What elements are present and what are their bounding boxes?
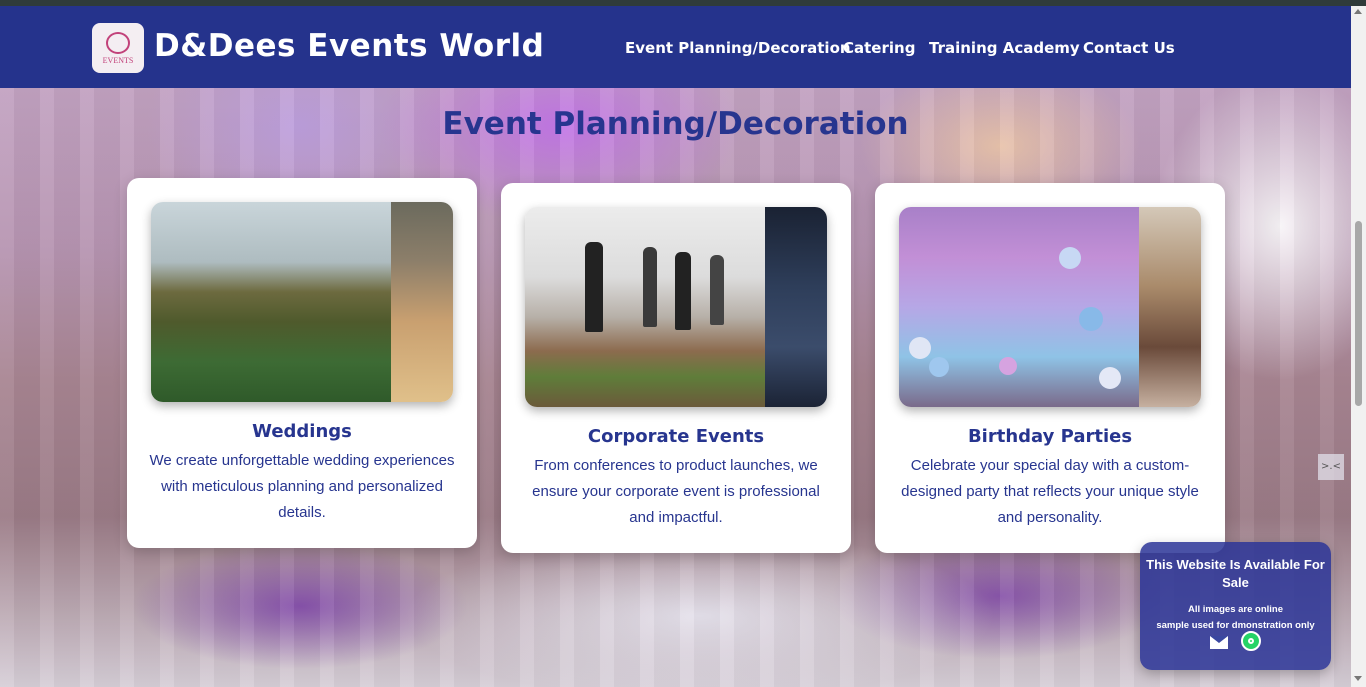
sale-note-line1: All images are online <box>1187 604 1284 615</box>
sale-note-line2: sample used for dmonstration only <box>1156 620 1315 631</box>
card-description: We create unforgettable wedding experien… <box>149 452 455 521</box>
card-title: Weddings <box>252 421 352 442</box>
weddings-image <box>151 202 453 402</box>
mail-icon[interactable] <box>1210 636 1228 649</box>
for-sale-widget: This Website Is Available For Sale All i… <box>1140 542 1331 670</box>
side-panel-toggle[interactable]: >.< <box>1318 454 1344 480</box>
card-description: Celebrate your special day with a custom… <box>901 457 1199 526</box>
service-card-birthday[interactable]: Birthday Parties Celebrate your special … <box>875 183 1225 553</box>
brand-name[interactable]: D&Dees Events World <box>154 28 544 64</box>
card-title: Birthday Parties <box>967 426 1133 447</box>
nav-contact-us[interactable]: Contact Us <box>1083 39 1175 57</box>
scroll-up-arrow-icon[interactable] <box>1354 9 1362 14</box>
nav-catering[interactable]: Catering <box>843 39 915 57</box>
scroll-down-arrow-icon[interactable] <box>1354 676 1362 681</box>
page-scrollbar[interactable] <box>1351 6 1366 687</box>
card-title: Corporate Events <box>587 426 765 447</box>
nav-training-academy[interactable]: Training Academy <box>929 39 1080 57</box>
site-header: EVENTS D&Dees Events World Event Plannin… <box>0 6 1351 88</box>
site-logo[interactable]: EVENTS <box>92 23 144 73</box>
service-card-corporate[interactable]: Corporate Events From conferences to pro… <box>501 183 851 553</box>
service-card-weddings[interactable]: Weddings We create unforgettable wedding… <box>127 178 477 548</box>
corporate-image <box>525 207 827 407</box>
logo-emblem-icon <box>106 31 130 54</box>
sale-note: All images are online sample used for dm… <box>1140 602 1331 634</box>
nav-event-planning[interactable]: Event Planning/Decoration <box>625 39 851 57</box>
section-title: Event Planning/Decoration <box>442 106 909 142</box>
logo-text: EVENTS <box>102 55 134 65</box>
card-description: From conferences to product launches, we… <box>532 457 820 526</box>
scroll-thumb[interactable] <box>1355 221 1362 406</box>
whatsapp-icon[interactable] <box>1241 631 1261 651</box>
page: EVENTS D&Dees Events World Event Plannin… <box>0 6 1351 687</box>
sale-title: This Website Is Available For Sale <box>1146 557 1325 590</box>
birthday-image <box>899 207 1201 407</box>
